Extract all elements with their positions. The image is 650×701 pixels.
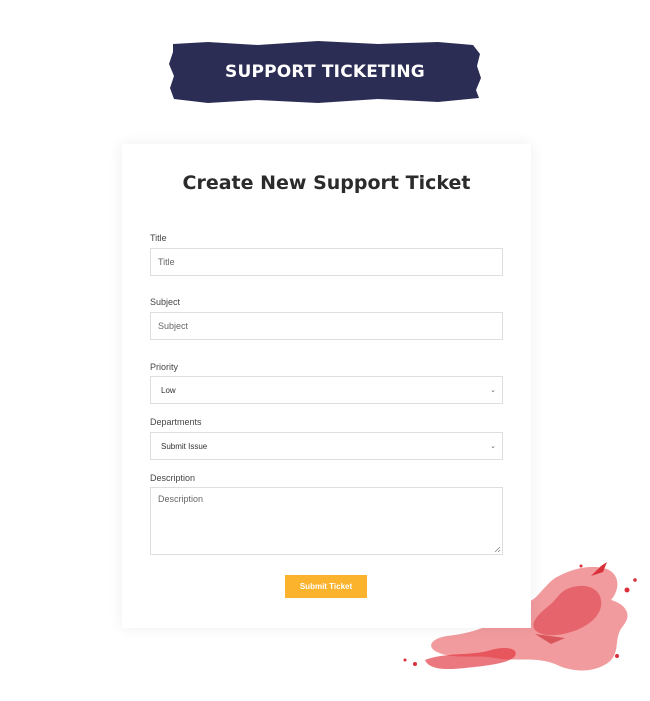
- submit-ticket-button[interactable]: Submit Ticket: [285, 575, 367, 598]
- priority-label: Priority: [150, 362, 179, 372]
- resize-handle-icon[interactable]: [494, 546, 501, 553]
- title-input[interactable]: Title: [150, 248, 503, 276]
- subject-label: Subject: [150, 297, 181, 307]
- title-label: Title: [150, 233, 167, 243]
- departments-label: Departments: [150, 417, 202, 427]
- priority-value: Low: [161, 385, 176, 395]
- chevron-down-icon: ⌄: [490, 443, 496, 450]
- banner-title: SUPPORT TICKETING: [225, 62, 425, 82]
- departments-value: Submit Issue: [161, 441, 208, 451]
- description-placeholder: Description: [158, 494, 204, 504]
- page-banner: SUPPORT TICKETING: [168, 40, 482, 104]
- form-heading: Create New Support Ticket: [182, 172, 471, 194]
- description-label: Description: [150, 473, 196, 483]
- subject-input[interactable]: Subject: [150, 312, 503, 340]
- priority-select[interactable]: Low ⌄: [150, 376, 503, 404]
- chevron-down-icon: ⌄: [490, 387, 496, 394]
- support-ticket-form: Create New Support Ticket Title Title Su…: [122, 144, 531, 628]
- description-textarea[interactable]: Description: [150, 487, 503, 555]
- departments-select[interactable]: Submit Issue ⌄: [150, 432, 503, 460]
